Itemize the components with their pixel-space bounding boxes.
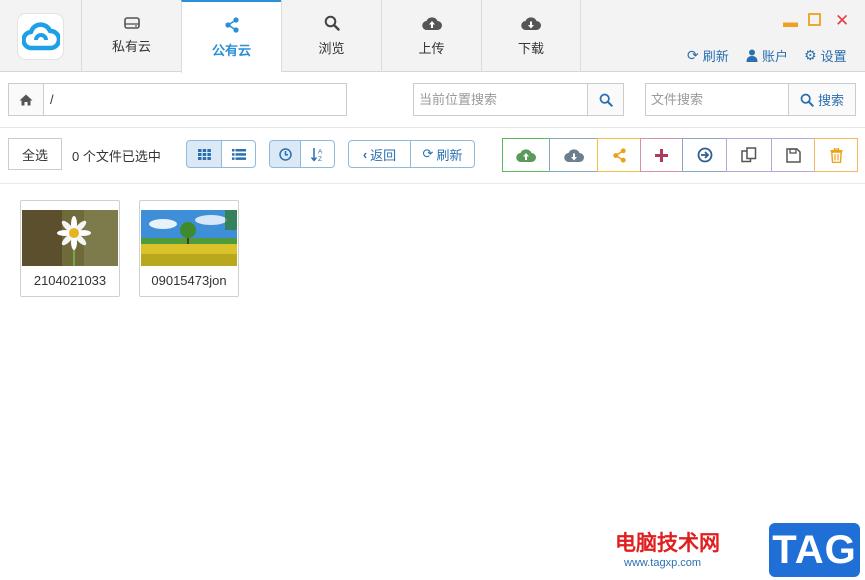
file-search-input[interactable]	[645, 83, 789, 116]
search-icon	[800, 93, 814, 107]
svg-text:Z: Z	[318, 156, 322, 162]
meadow-tree-photo-icon	[141, 210, 237, 266]
app-logo	[17, 13, 64, 60]
refresh-icon: ⟳	[687, 47, 699, 63]
refresh-label: 刷新	[436, 147, 463, 163]
back-button[interactable]: ‹ 返回	[348, 140, 411, 168]
download-action-button[interactable]	[549, 138, 598, 172]
plus-icon	[655, 148, 668, 162]
settings-label: 设置	[820, 49, 847, 64]
tab-label: 浏览	[318, 41, 345, 56]
home-icon	[19, 94, 33, 105]
share-icon	[224, 16, 239, 33]
svg-text:A: A	[318, 148, 323, 155]
arrow-circle-right-icon	[697, 147, 712, 163]
share-action-button[interactable]	[597, 138, 641, 172]
cloud-download-icon	[563, 148, 584, 162]
watermark-site-name: 电脑技术网	[615, 532, 720, 555]
user-icon	[746, 49, 758, 62]
search-icon	[324, 15, 340, 31]
grid-icon	[197, 148, 211, 160]
location-search-button[interactable]	[587, 83, 624, 116]
cloud-upload-icon	[516, 148, 536, 162]
file-item[interactable]: 2104021033	[20, 200, 120, 297]
save-icon	[785, 147, 801, 163]
file-search-button[interactable]: 搜索	[788, 83, 856, 116]
file-name: 2104021033	[33, 273, 107, 288]
clock-icon	[278, 147, 292, 161]
path-bar: 搜索	[0, 73, 865, 128]
list-icon	[231, 148, 246, 160]
chevron-left-icon: ‹	[362, 146, 368, 162]
home-button[interactable]	[8, 83, 44, 116]
save-action-button[interactable]	[771, 138, 815, 172]
file-thumbnail	[141, 210, 237, 266]
file-thumbnail	[22, 210, 118, 266]
settings-button[interactable]: ⚙ 设置	[804, 46, 847, 65]
tab-download[interactable]: 下载	[481, 0, 581, 72]
file-toolbar: 全选 0 个文件已选中 A Z ‹ 返回 ⟳ 刷新	[0, 128, 865, 184]
selection-status: 0 个文件已选中	[72, 149, 161, 164]
close-button[interactable]: ✕	[835, 11, 849, 31]
select-all-button[interactable]: 全选	[8, 138, 62, 170]
location-search-input[interactable]	[413, 83, 588, 116]
minimize-button[interactable]: ▬	[783, 14, 798, 31]
file-item[interactable]: 09015473jon	[139, 200, 239, 297]
grid-view-button[interactable]	[186, 140, 222, 168]
copy-action-button[interactable]	[726, 138, 772, 172]
app-window: 私有云 公有云 浏览 上传 下载 ▬ ✕ ⟳ 刷新 账户 ⚙ 设置 / 当前位置…	[0, 0, 865, 580]
share-icon	[612, 147, 626, 163]
delete-action-button[interactable]	[814, 138, 858, 172]
file-name: 09015473jon	[151, 273, 227, 288]
move-action-button[interactable]	[682, 138, 727, 172]
maximize-icon	[808, 13, 821, 26]
drive-icon	[123, 17, 140, 29]
tab-public-cloud[interactable]: 公有云	[181, 0, 281, 73]
cloud-download-icon	[521, 16, 541, 30]
list-view-button[interactable]	[221, 140, 256, 168]
tab-browse[interactable]: 浏览	[281, 0, 381, 72]
trash-icon	[830, 147, 842, 163]
cloud-logo-icon	[21, 21, 60, 50]
search-button-label: 搜索	[817, 93, 844, 108]
account-button[interactable]: 账户	[746, 46, 788, 65]
sort-by-name-button[interactable]: A Z	[300, 140, 335, 168]
account-label: 账户	[762, 49, 789, 64]
maximize-button[interactable]	[808, 13, 821, 30]
sort-alpha-icon: A Z	[310, 147, 323, 162]
tab-bar: 私有云 公有云 浏览 上传 下载 ▬ ✕ ⟳ 刷新 账户 ⚙ 设置	[0, 0, 865, 73]
refresh-button[interactable]: ⟳ 刷新	[410, 140, 475, 168]
cloud-upload-icon	[421, 16, 442, 30]
gear-icon: ⚙	[804, 47, 817, 63]
sort-by-time-button[interactable]	[269, 140, 301, 168]
watermark-badge: TAG	[769, 523, 860, 577]
tab-label: 下载	[517, 40, 544, 56]
header-refresh-label: 刷新	[702, 49, 729, 64]
tab-label: 私有云	[111, 39, 151, 54]
refresh-icon: ⟳	[422, 146, 434, 161]
header-refresh-button[interactable]: ⟳ 刷新	[687, 46, 729, 65]
tab-upload[interactable]: 上传	[381, 0, 481, 72]
path-input[interactable]	[44, 83, 347, 116]
watermark-url: www.tagxp.com	[624, 557, 702, 569]
back-label: 返回	[370, 147, 397, 163]
new-action-button[interactable]	[640, 138, 683, 172]
copy-icon	[741, 147, 757, 163]
upload-action-button[interactable]	[502, 138, 550, 172]
search-icon	[599, 93, 613, 107]
tab-private-cloud[interactable]: 私有云	[81, 0, 181, 72]
tab-label: 公有云	[211, 42, 251, 58]
daisy-photo-icon	[22, 210, 118, 266]
tab-label: 上传	[418, 40, 445, 56]
